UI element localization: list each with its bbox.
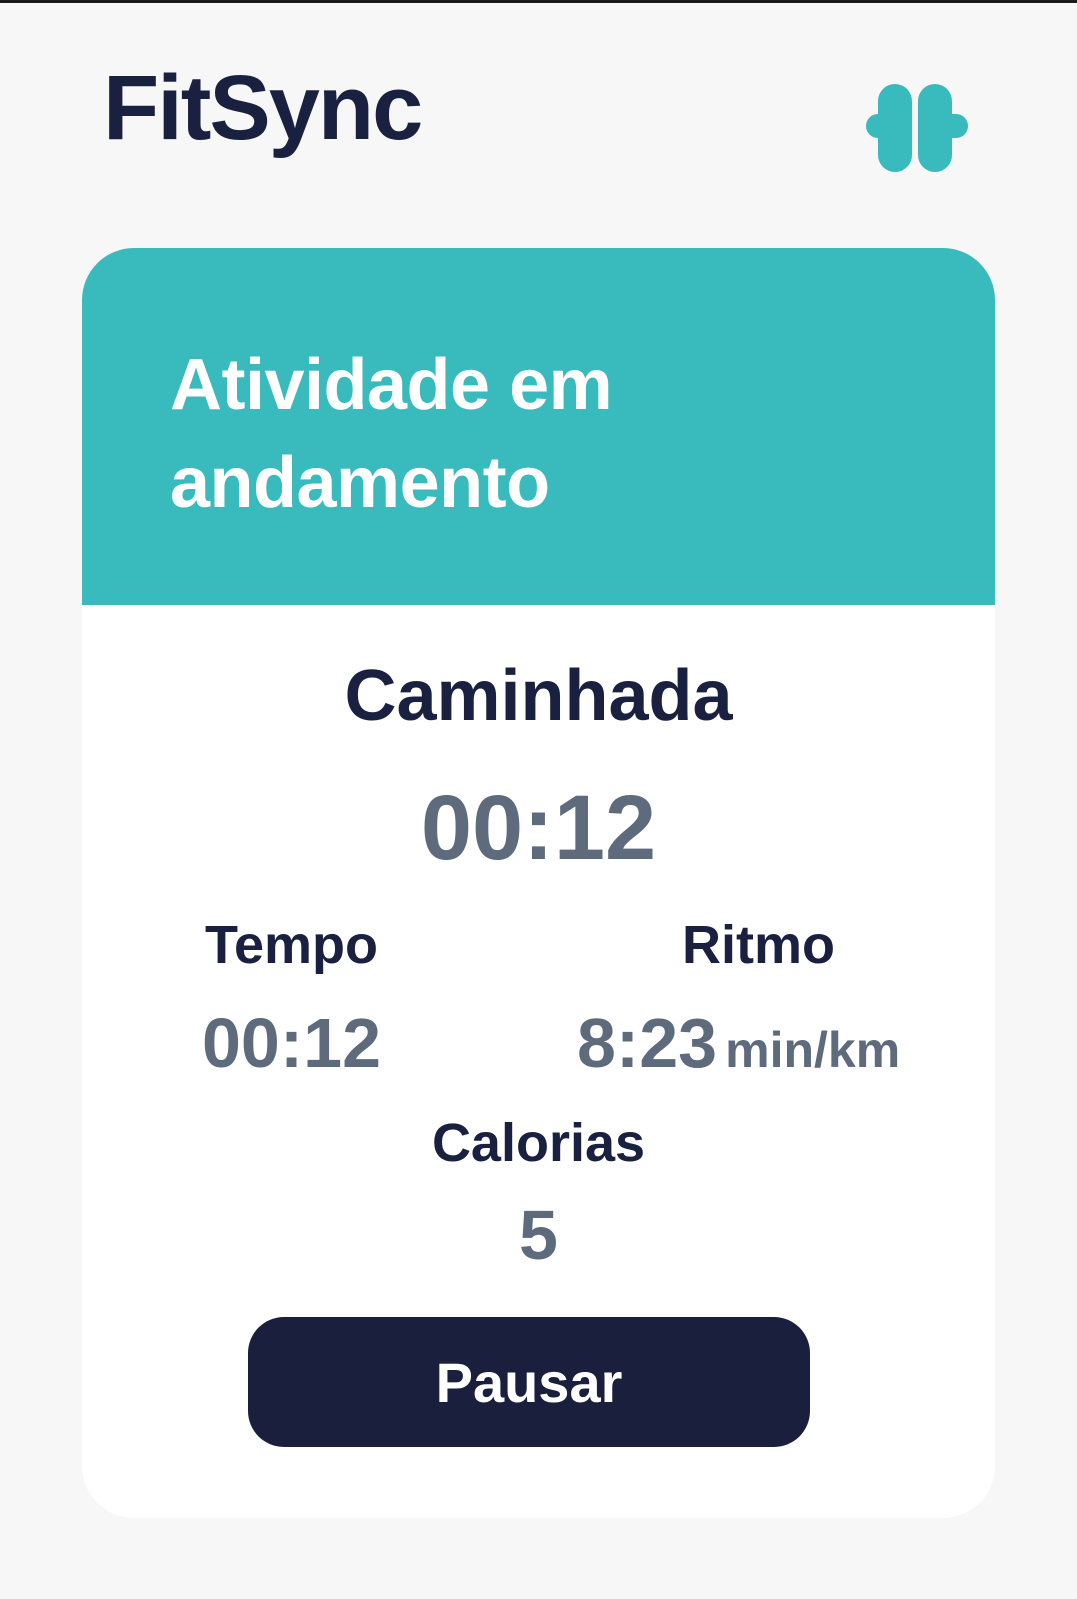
card-header-title: Atividade em andamento [170, 345, 613, 523]
ritmo-value-group: 8:23 min/km [577, 1008, 900, 1078]
activity-card: Atividade em andamento Caminhada 00:12 T… [82, 248, 995, 1518]
calorias-label: Calorias [431, 1113, 646, 1173]
main-timer: 00:12 [420, 777, 657, 879]
tempo-label: Tempo [205, 915, 378, 975]
top-divider [0, 0, 1077, 3]
card-header: Atividade em andamento [82, 248, 995, 605]
pause-button[interactable]: Pausar [248, 1317, 810, 1447]
ritmo-value: 8:23 [577, 1004, 718, 1082]
activity-name: Caminhada [344, 656, 733, 736]
tempo-value: 00:12 [202, 1004, 382, 1082]
dumbbell-icon [866, 84, 968, 172]
app-title: FitSync [103, 57, 423, 159]
ritmo-label: Ritmo [682, 915, 835, 975]
ritmo-unit: min/km [725, 1022, 901, 1078]
calorias-value: 5 [519, 1196, 558, 1274]
